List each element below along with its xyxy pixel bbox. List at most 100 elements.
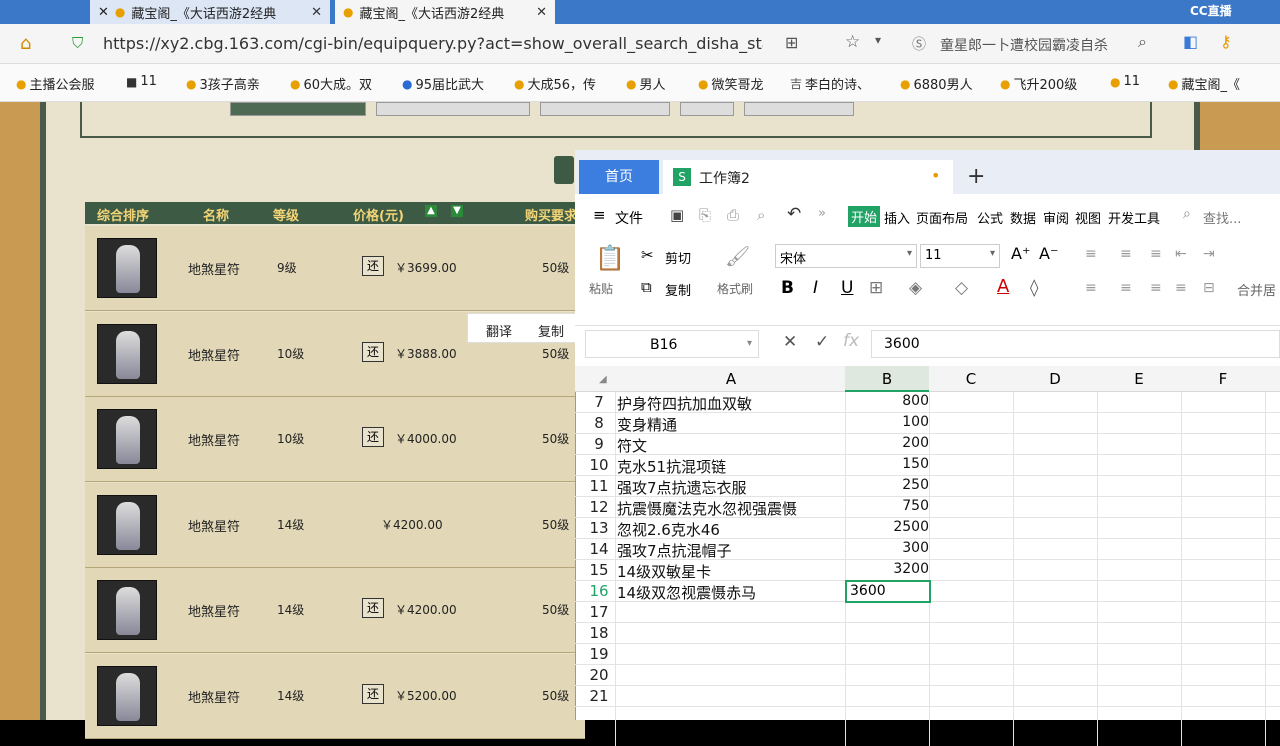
browser-tab[interactable]: ✕ ● 藏宝阁_《大话西游2经典 ✕ [90, 0, 330, 24]
grid-icon[interactable]: ⊞ [785, 33, 798, 52]
cell[interactable]: 变身精通 [617, 414, 677, 435]
cell[interactable]: 抗震慑魔法克水忽视强震慑 [617, 498, 797, 519]
filter-button[interactable] [680, 102, 734, 116]
cell[interactable]: 护身符四抗加血双敏 [617, 393, 752, 414]
cut-label[interactable]: 剪切 [665, 248, 691, 267]
table-row[interactable]: 地煞星符 14级 还 ￥4200.00 50级 [85, 568, 585, 653]
copy-option[interactable]: 复制 [538, 321, 564, 340]
cell[interactable]: 忽视2.6克水46 [617, 519, 720, 540]
align-top-icon[interactable]: ≡ [1085, 246, 1097, 262]
item-name[interactable]: 地煞星符 [188, 601, 240, 620]
workbook-tab[interactable]: S 工作簿2 • [663, 160, 953, 194]
select-all-icon[interactable]: ◢ [599, 374, 607, 385]
cancel-icon[interactable]: ✕ [783, 332, 797, 352]
close-icon[interactable]: ✕ [98, 5, 109, 20]
item-name[interactable]: 地煞星符 [188, 345, 240, 364]
cell[interactable]: 200 [845, 435, 929, 451]
sheet-row[interactable]: 13 忽视2.6克水46 2500 [575, 518, 1280, 539]
sheet-row[interactable]: 9 符文 200 [575, 434, 1280, 455]
cell[interactable]: 强攻7点抗混帽子 [617, 540, 732, 561]
filter-button[interactable] [376, 102, 530, 116]
indent-icon[interactable]: ⇤ [1175, 246, 1187, 262]
menu-icon[interactable]: ≡ [593, 206, 606, 224]
paste-icon[interactable]: 📋 [595, 244, 625, 272]
table-row[interactable]: 地煞星符 10级 还 ￥4000.00 50级 [85, 397, 585, 482]
sheet-row[interactable]: 10 克水51抗混项链 150 [575, 455, 1280, 476]
cell[interactable]: 3200 [845, 561, 929, 577]
column-header[interactable]: A [617, 370, 845, 388]
menu-review[interactable]: 审阅 [1043, 208, 1069, 227]
align-left-icon[interactable]: ≡ [1085, 280, 1097, 296]
column-header[interactable]: E [1097, 370, 1181, 388]
item-name[interactable]: 地煞星符 [188, 687, 240, 706]
browser-tab-active[interactable]: ● 藏宝阁_《大话西游2经典 ✕ [335, 0, 555, 24]
paste-label[interactable]: 粘贴 [589, 280, 613, 297]
item-image[interactable] [97, 580, 157, 640]
cell[interactable]: 150 [845, 456, 929, 472]
sheet-row[interactable]: 15 14级双敏星卡 3200 [575, 560, 1280, 581]
cell[interactable]: 2500 [845, 519, 929, 535]
menu-formula[interactable]: 公式 [977, 208, 1003, 227]
sort-header[interactable]: 综合排序 [97, 205, 149, 224]
filter-button[interactable] [744, 102, 854, 116]
table-row[interactable]: 地煞星符 14级 还 ￥5200.00 50级 [85, 654, 585, 739]
filter-button[interactable] [540, 102, 670, 116]
star-icon[interactable]: ☆ [845, 32, 860, 52]
menu-devtools[interactable]: 开发工具 [1108, 208, 1160, 227]
function-icon[interactable]: fx [843, 331, 859, 351]
bookmark-item[interactable]: ● 男人 [626, 74, 666, 94]
key-icon[interactable]: ⚷ [1220, 32, 1232, 51]
scissors-icon[interactable]: ✂ [641, 246, 654, 264]
cell[interactable]: 100 [845, 414, 929, 430]
outdent-icon[interactable]: ⇥ [1203, 246, 1215, 262]
column-header[interactable]: F [1181, 370, 1265, 388]
sheet-row-selected[interactable]: 16 14级双忽视震慑赤马 3600 [575, 580, 1280, 603]
cell[interactable]: 克水51抗混项链 [617, 456, 726, 477]
close-icon[interactable]: ✕ [311, 5, 322, 20]
bookmark-item[interactable]: ■ 11 [126, 74, 157, 89]
copy-icon[interactable]: ⧉ [641, 278, 652, 296]
sheet-row[interactable]: 19 [575, 644, 1280, 665]
preview-icon[interactable]: ⌕ [757, 206, 765, 224]
cell[interactable]: 符文 [617, 435, 647, 456]
item-name[interactable]: 地煞星符 [188, 259, 240, 278]
item-image[interactable] [97, 238, 157, 298]
search-input[interactable]: 童星郎一卜遭校园霸凌自杀 [940, 35, 1108, 55]
menu-layout[interactable]: 页面布局 [916, 208, 968, 227]
search-field[interactable]: 查找... [1203, 208, 1241, 227]
align-middle-icon[interactable]: ≡ [1120, 246, 1132, 262]
cell[interactable]: 250 [845, 477, 929, 493]
filter-button[interactable] [230, 102, 366, 116]
bookmark-item[interactable]: ● 微笑哥龙 [698, 74, 764, 94]
bookmark-item[interactable]: ● 95届比武大 [402, 74, 484, 94]
price-header[interactable]: 价格(元) [353, 205, 404, 224]
item-image[interactable] [97, 324, 157, 384]
bookmark-item[interactable]: ● 主播公会服 [16, 74, 95, 94]
home-tab[interactable]: 首页 [579, 160, 659, 194]
menu-view[interactable]: 视图 [1075, 208, 1101, 227]
sheet-row[interactable]: 20 [575, 665, 1280, 686]
item-image[interactable] [97, 409, 157, 469]
bookmark-item[interactable]: ● 大成56，传 [514, 74, 596, 94]
shrink-font-icon[interactable]: A⁻ [1039, 244, 1058, 263]
undo-icon[interactable]: ↶ [787, 204, 801, 224]
brush-icon[interactable]: 🖌 [725, 244, 750, 268]
fill-color-icon[interactable]: ◇ [955, 278, 968, 298]
bookmark-item[interactable]: ● 藏宝阁_《 [1168, 74, 1240, 94]
menu-data[interactable]: 数据 [1010, 208, 1036, 227]
border-icon[interactable]: ⊞ [869, 278, 883, 298]
active-cell[interactable]: 3600 [845, 580, 931, 603]
url-text[interactable]: https://xy2.cbg.163.com/cgi-bin/equipque… [103, 34, 763, 53]
align-bottom-icon[interactable]: ≡ [1150, 246, 1162, 262]
bookmark-item[interactable]: ● 3孩子高亲 [186, 74, 260, 94]
sheet-row[interactable]: 17 [575, 602, 1280, 623]
search-icon[interactable]: ⌕ [1183, 206, 1191, 222]
bookmark-item[interactable]: ● 11 [1110, 74, 1140, 89]
cell[interactable]: 300 [845, 540, 929, 556]
translate-option[interactable]: 翻译 [486, 321, 512, 340]
sheet-row[interactable]: 11 强攻7点抗遗忘衣服 250 [575, 476, 1280, 497]
item-image[interactable] [97, 495, 157, 555]
underline-icon[interactable]: U [841, 278, 853, 298]
cell[interactable]: 14级双忽视震慑赤马 [617, 582, 756, 603]
sheet-row[interactable]: 8 变身精通 100 [575, 413, 1280, 434]
